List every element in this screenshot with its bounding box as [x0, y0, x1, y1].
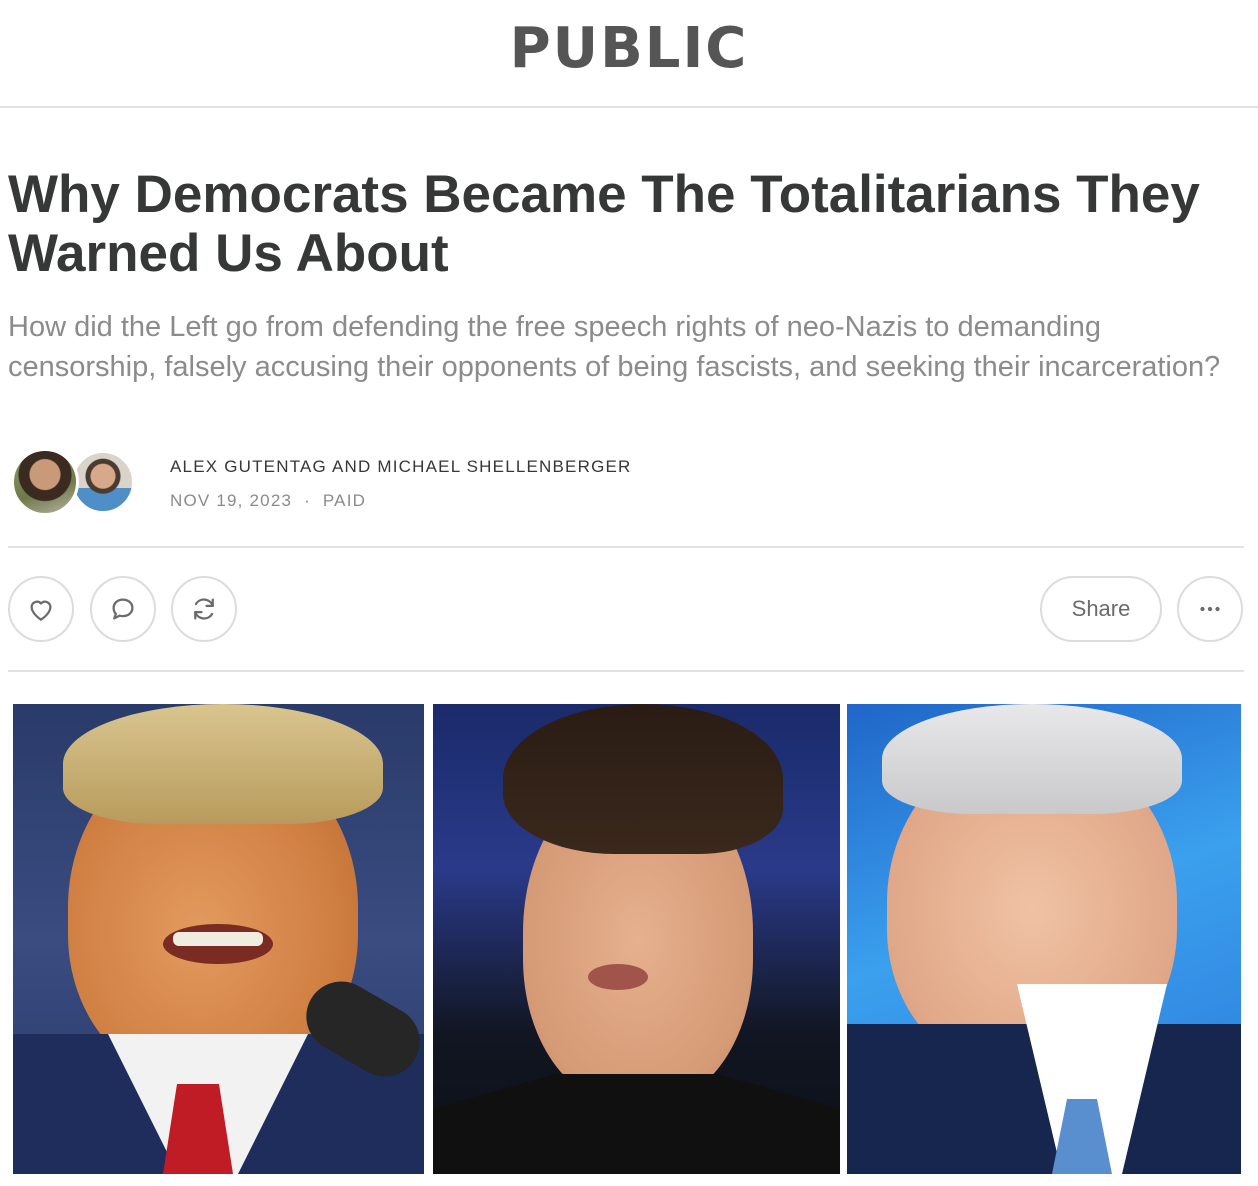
article-title: Why Democrats Became The Totalitarians T…	[8, 165, 1200, 283]
author-names[interactable]: ALEX GUTENTAG AND MICHAEL SHELLENBERGER	[170, 457, 632, 477]
post-meta: NOV 19, 2023 · PAID	[170, 491, 366, 511]
share-button[interactable]: Share	[1040, 576, 1162, 642]
comment-button[interactable]	[90, 576, 156, 642]
author-avatar[interactable]	[11, 448, 79, 516]
photo-panel-left	[13, 704, 424, 1174]
more-options-button[interactable]	[1177, 576, 1243, 642]
masthead: PUBLIC	[0, 0, 1258, 108]
post-date: NOV 19, 2023	[170, 491, 293, 510]
restack-button[interactable]	[171, 576, 237, 642]
heart-icon	[30, 600, 52, 621]
publication-logo[interactable]: PUBLIC	[0, 16, 1258, 81]
author-avatar[interactable]	[71, 450, 135, 514]
post-actions: Share	[8, 550, 1244, 672]
byline: ALEX GUTENTAG AND MICHAEL SHELLENBERGER …	[8, 448, 1244, 548]
photo-panel-right	[847, 704, 1241, 1174]
ellipsis-icon	[1200, 606, 1220, 612]
speech-bubble-icon	[112, 598, 134, 620]
article-subtitle: How did the Left go from defending the f…	[8, 311, 1221, 383]
photo-panel-center	[433, 704, 840, 1174]
like-button[interactable]	[8, 576, 74, 642]
refresh-arrows-icon	[194, 598, 214, 620]
meta-separator: ·	[304, 491, 311, 510]
access-label: PAID	[322, 491, 367, 510]
article-hero-image	[13, 704, 1241, 1174]
